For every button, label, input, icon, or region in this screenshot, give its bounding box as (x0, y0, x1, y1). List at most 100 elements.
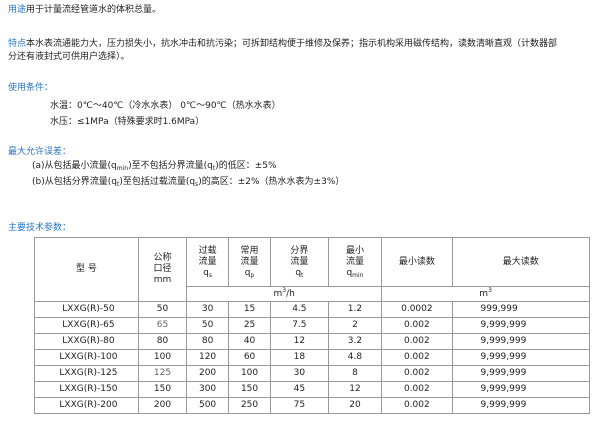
cell-min: 0.002 (381, 333, 453, 350)
specs-title: 主要技术参数： (8, 223, 72, 233)
cell-max: 9,999,999 (451, 381, 590, 398)
cell-qmin: 2 (327, 317, 383, 334)
error-a-prefix: (a)从包括最小流量(q (32, 161, 117, 171)
cell-dn: 200 (137, 397, 188, 414)
header-qs-line2: 流量 (198, 256, 217, 267)
cell-model: LXXG(R)-200 (34, 397, 139, 414)
error-a-sub: min (116, 165, 129, 172)
header-qs-line1: 过载 (198, 245, 217, 256)
cell-max: 999,999 (451, 301, 590, 318)
header-qmin-line2: 流量 (345, 256, 364, 267)
header-dn-line3: mm (153, 275, 172, 285)
temp-label: 水温： (50, 101, 78, 111)
cell-max: 9,999,999 (451, 349, 590, 366)
spec-body: LXXG(R)-50 50 30 15 4.5 1.2 0.0002 999,999 LXXG(… (34, 301, 590, 414)
cell-dn: 100 (137, 349, 188, 366)
cell-min: 0.002 (381, 317, 453, 334)
cell-min: 0.002 (381, 365, 453, 382)
table-row: LXXG(R)-50 50 30 15 4.5 1.2 0.0002 999,999 (34, 301, 590, 318)
header-transitional-flow: 分界 流量 qt (270, 237, 329, 287)
table-row: LXXG(R)-65 65 50 25 7.5 2 0.002 9,999,999 (34, 317, 590, 334)
pressure-label: 水压： (50, 117, 78, 127)
usage-text: 用于计量流经管道水的体积总量。 (26, 5, 162, 15)
cell-qt: 75 (270, 397, 329, 414)
cell-dn: 80 (137, 333, 188, 350)
cell-min: 0.002 (381, 397, 453, 414)
cell-qp: 250 (228, 397, 272, 414)
header-qt-symbol: qt (295, 267, 304, 279)
cell-qmin: 20 (327, 397, 383, 414)
spec-table: 型 号 公称 口径 mm 过载 流量 qs 常用 流量 qp 分界 流量 qt (34, 237, 590, 414)
table-row: LXXG(R)-80 80 80 40 12 3.2 0.002 9,999,999 (34, 333, 590, 350)
header-permanent-flow: 常用 流量 qp (228, 237, 272, 287)
header-minimum-flow: 最小 流量 qmin (327, 237, 383, 287)
table-row: LXXG(R)-150 150 300 150 45 12 0.002 9,999,999 (34, 381, 590, 398)
max-reading-value: 9,999,999 (480, 400, 527, 410)
cell-model: LXXG(R)-65 (34, 317, 139, 334)
cell-model: LXXG(R)-125 (34, 365, 139, 382)
cell-qp: 150 (228, 381, 272, 398)
cell-max: 9,999,999 (451, 333, 590, 350)
header-qp-symbol: qp (244, 267, 255, 279)
cell-qs: 50 (186, 317, 230, 334)
pressure-line: 水压：≤1MPa（特殊要求时1.6MPa） (50, 116, 204, 128)
features-text-2: 分还有液封式可供用户选择）。 (8, 52, 130, 62)
max-reading-value: 9,999,999 (480, 352, 527, 362)
cell-model: LXXG(R)-150 (34, 381, 139, 398)
header-overload-flow: 过载 流量 qs (186, 237, 230, 287)
cell-qp: 100 (228, 365, 272, 382)
spec-header-row: 型 号 公称 口径 mm 过载 流量 qs 常用 流量 qp 分界 流量 qt (34, 237, 590, 302)
cell-min: 0.0002 (381, 301, 453, 318)
max-reading-value: 9,999,999 (480, 368, 527, 378)
cell-qs: 80 (186, 333, 230, 350)
temp-value: 0℃～40℃（冷水水表） 0℃～90℃（热水水表） (77, 101, 281, 111)
error-b-mid: )至包括过载流量(q (119, 177, 196, 187)
cell-model: LXXG(R)-50 (34, 301, 139, 318)
cell-qs: 500 (186, 397, 230, 414)
cell-qs: 200 (186, 365, 230, 382)
cell-qmin: 3.2 (327, 333, 383, 350)
header-model: 型 号 (34, 237, 139, 302)
cell-qt: 30 (270, 365, 329, 382)
error-b-suffix: )的高区：±2%（热水水表为±3%） (198, 177, 345, 187)
error-a-suffix: )的低区：±5% (215, 161, 277, 171)
header-qs-symbol: qs (203, 267, 213, 279)
header-dn-line1: 公称 (153, 253, 172, 263)
cell-qp: 25 (228, 317, 272, 334)
unit-flow: m3/h (186, 286, 383, 302)
cell-qmin: 12 (327, 381, 383, 398)
cell-qs: 120 (186, 349, 230, 366)
cell-qmin: 4.8 (327, 349, 383, 366)
features-label: 特点 (8, 39, 27, 49)
cell-qt: 18 (270, 349, 329, 366)
unit-volume: m3 (381, 286, 590, 302)
cell-qs: 300 (186, 381, 230, 398)
cell-qp: 40 (228, 333, 272, 350)
cell-qt: 4.5 (270, 301, 329, 318)
cell-qmin: 8 (327, 365, 383, 382)
header-qp-line2: 流量 (240, 256, 259, 267)
errors-title: 最大允许误差： (8, 147, 72, 157)
usage-label: 用途 (8, 5, 27, 15)
error-high-zone: (b)从包括分界流量(qt)至包括过载流量(qs)的高区：±2%（热水水表为±3… (32, 176, 344, 188)
cell-min: 0.002 (381, 349, 453, 366)
cell-qt: 12 (270, 333, 329, 350)
header-qmin-line1: 最小 (345, 245, 364, 256)
cell-qp: 15 (228, 301, 272, 318)
cell-dn: 150 (137, 381, 188, 398)
header-qt-line2: 流量 (290, 256, 309, 267)
table-row: LXXG(R)-100 100 120 60 18 4.8 0.002 9,999,999 (34, 349, 590, 366)
cell-max: 9,999,999 (451, 397, 590, 414)
cell-dn: 50 (137, 301, 188, 318)
cell-model: LXXG(R)-80 (34, 333, 139, 350)
cell-min: 0.002 (381, 381, 453, 398)
cell-model: LXXG(R)-100 (34, 349, 139, 366)
max-reading-value: 999,999 (480, 304, 518, 314)
cell-dn: 65 (137, 317, 188, 334)
cell-max: 9,999,999 (451, 317, 590, 334)
error-a-mid: )至不包括分界流量(q (128, 161, 213, 171)
cell-qt: 45 (270, 381, 329, 398)
header-max-reading: 最大读数 (451, 237, 590, 287)
pressure-value: ≤1MPa（特殊要求时1.6MPa） (77, 117, 205, 127)
table-row: LXXG(R)-125 125 200 100 30 8 0.002 9,999,999 (34, 365, 590, 382)
